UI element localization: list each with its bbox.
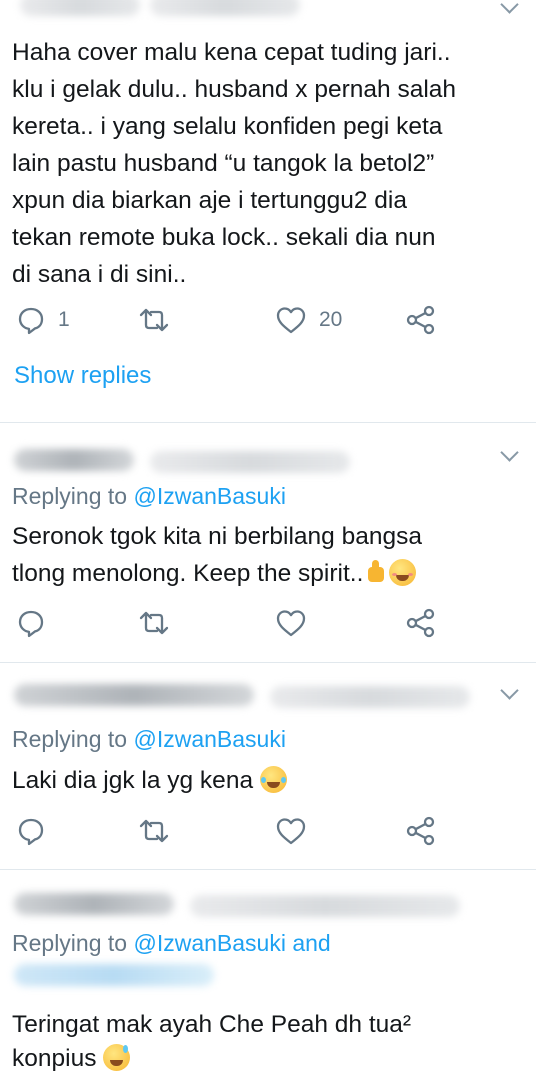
grinning-sweat-emoji bbox=[103, 1044, 131, 1071]
divider bbox=[0, 662, 536, 663]
blurred-author-name bbox=[14, 449, 134, 471]
show-replies-link[interactable]: Show replies bbox=[14, 362, 151, 390]
tweet-text: Laki dia jgk la yg kena bbox=[12, 762, 522, 799]
replying-to: Replying to @IzwanBasuki bbox=[12, 726, 286, 752]
chevron-down-icon[interactable] bbox=[500, 681, 519, 700]
share-button[interactable] bbox=[405, 608, 437, 638]
blurred-author-name bbox=[14, 684, 254, 706]
tweet-text: Teringat mak ayah Che Peah dh tua² konpi… bbox=[12, 1011, 412, 1072]
tweet-text: Haha cover malu kena cepat tuding jari..… bbox=[12, 39, 457, 288]
blurred-author-handle bbox=[270, 686, 470, 708]
reply-icon bbox=[18, 307, 44, 335]
retweet-icon bbox=[139, 611, 169, 635]
chevron-down-icon[interactable] bbox=[500, 443, 519, 462]
tweet-actions bbox=[0, 608, 536, 644]
blurred-author-name bbox=[20, 0, 140, 16]
blurred-author-handle bbox=[150, 0, 300, 16]
like-count: 20 bbox=[319, 308, 343, 331]
like-button[interactable] bbox=[275, 608, 307, 638]
chevron-down-icon[interactable] bbox=[500, 0, 519, 14]
reply-button[interactable] bbox=[16, 816, 46, 846]
mention-link[interactable]: @IzwanBasuki bbox=[133, 726, 285, 752]
share-icon bbox=[406, 305, 435, 335]
heart-icon bbox=[276, 818, 306, 845]
tweet-actions: 1 20 bbox=[0, 305, 536, 341]
smiling-face-emoji bbox=[389, 559, 417, 586]
blurred-mention bbox=[14, 964, 214, 986]
retweet-button[interactable] bbox=[138, 305, 170, 335]
heart-icon bbox=[276, 610, 306, 637]
like-button[interactable] bbox=[275, 816, 307, 846]
retweet-icon bbox=[139, 308, 169, 332]
retweet-button[interactable] bbox=[138, 608, 170, 638]
blurred-author-handle bbox=[150, 451, 350, 473]
blurred-author-name bbox=[14, 893, 174, 915]
heart-icon bbox=[276, 307, 306, 334]
reply-count: 1 bbox=[58, 308, 70, 331]
retweet-button[interactable] bbox=[138, 816, 170, 846]
tweet-text: Seronok tgok kita ni berbilang bangsa tl… bbox=[12, 523, 422, 587]
mention-link[interactable]: @IzwanBasuki and bbox=[133, 930, 330, 956]
reply-button[interactable]: 1 bbox=[16, 305, 70, 335]
replying-to: Replying to @IzwanBasuki bbox=[12, 483, 286, 509]
divider bbox=[0, 869, 536, 870]
blurred-author-handle bbox=[190, 895, 460, 917]
share-icon bbox=[406, 608, 435, 638]
share-button[interactable] bbox=[405, 305, 437, 335]
retweet-icon bbox=[139, 819, 169, 843]
replying-to: Replying to @IzwanBasuki and bbox=[12, 930, 331, 956]
mention-link[interactable]: @IzwanBasuki bbox=[133, 483, 285, 509]
share-button[interactable] bbox=[405, 816, 437, 846]
thumbs-up-emoji bbox=[363, 559, 389, 586]
face-with-tears-of-joy-emoji bbox=[259, 766, 287, 793]
reply-button[interactable] bbox=[16, 608, 46, 638]
reply-icon bbox=[18, 610, 44, 638]
like-button[interactable]: 20 bbox=[275, 305, 342, 335]
tweet-actions bbox=[0, 816, 536, 852]
reply-icon bbox=[18, 818, 44, 846]
divider bbox=[0, 422, 536, 423]
share-icon bbox=[406, 816, 435, 846]
